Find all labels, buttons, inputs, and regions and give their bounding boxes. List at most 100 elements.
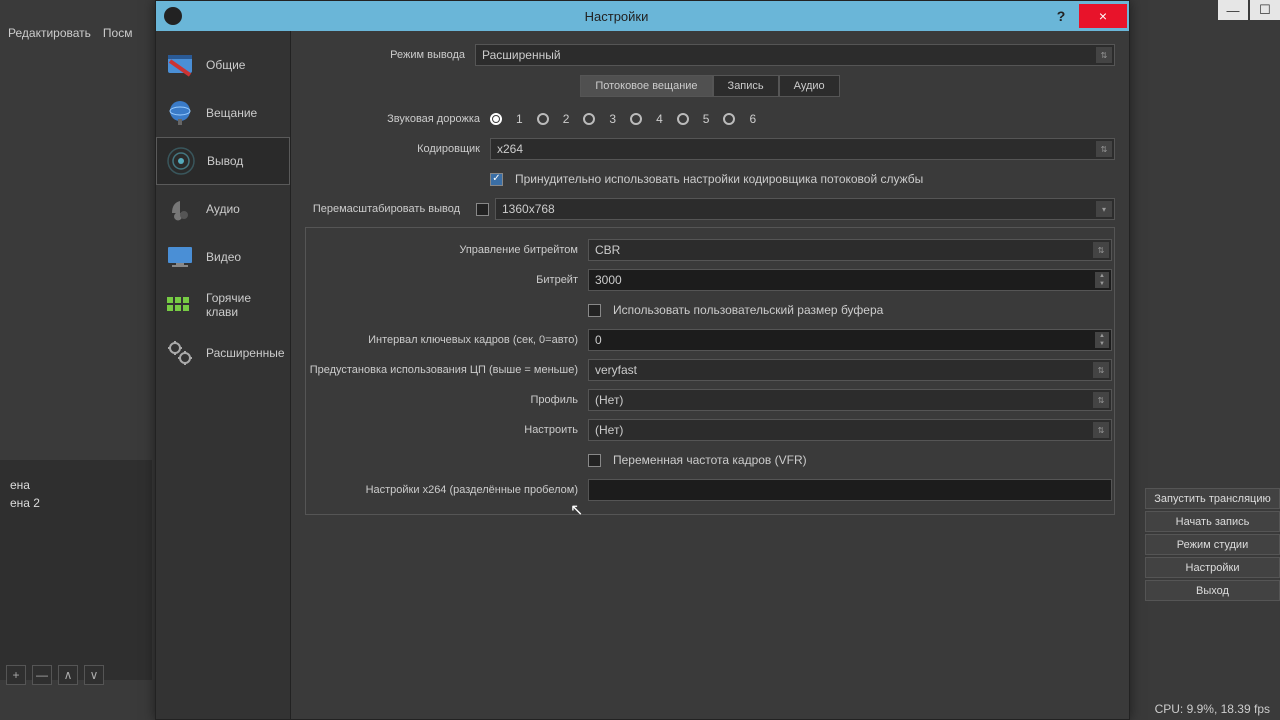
rate-control-label: Управление битрейтом: [308, 244, 588, 256]
output-mode-select[interactable]: Расширенный⇅: [475, 44, 1115, 66]
profile-select[interactable]: (Нет)⇅: [588, 389, 1112, 411]
sidebar-item-label: Расширенные: [206, 346, 285, 360]
tab-streaming[interactable]: Потоковое вещание: [580, 75, 712, 97]
enforce-encoder-label: Принудительно использовать настройки код…: [515, 172, 923, 186]
keyint-input[interactable]: 0▲▼: [588, 329, 1112, 351]
sidebar-item-label: Вывод: [207, 154, 243, 168]
audio-icon: [162, 191, 198, 227]
rescale-checkbox[interactable]: [476, 203, 489, 216]
studio-mode-button[interactable]: Режим студии: [1145, 534, 1280, 555]
controls-panel: Запустить трансляцию Начать запись Режим…: [1145, 488, 1280, 601]
chevron-updown-icon: ⇅: [1093, 422, 1109, 438]
tab-audio[interactable]: Аудио: [779, 75, 840, 97]
bitrate-label: Битрейт: [308, 274, 588, 286]
close-button[interactable]: ×: [1079, 4, 1127, 28]
audio-track-2-radio[interactable]: [537, 113, 549, 125]
custom-buffer-checkbox[interactable]: [588, 304, 601, 317]
add-scene-button[interactable]: +: [6, 665, 26, 685]
chevron-updown-icon: ⇅: [1093, 242, 1109, 258]
audio-track-4-radio[interactable]: [630, 113, 642, 125]
sidebar-item-label: Вещание: [206, 106, 257, 120]
spin-down-icon[interactable]: ▼: [1095, 340, 1109, 348]
audio-track-6-radio[interactable]: [723, 113, 735, 125]
list-item[interactable]: ена: [6, 476, 146, 494]
main-minimize-button[interactable]: —: [1218, 0, 1248, 20]
main-menu-bar: Редактировать Посм: [0, 24, 140, 46]
sidebar-item-video[interactable]: Видео: [156, 233, 290, 281]
video-icon: [162, 239, 198, 275]
encoder-settings-frame: Управление битрейтом CBR⇅ Битрейт 3000▲▼…: [305, 227, 1115, 515]
sidebar-item-general[interactable]: Общие: [156, 41, 290, 89]
x264opts-label: Настройки x264 (разделённые пробелом): [308, 484, 588, 496]
remove-scene-button[interactable]: —: [32, 665, 52, 685]
advanced-icon: [162, 335, 198, 371]
chevron-down-icon: ▾: [1096, 201, 1112, 217]
status-bar: CPU: 9.9%, 18.39 fps: [1145, 698, 1280, 720]
enforce-encoder-checkbox[interactable]: [490, 173, 503, 186]
encoder-label: Кодировщик: [305, 143, 490, 155]
settings-dialog: Настройки ? × Общие Вещание Вывод Аудио: [155, 0, 1130, 720]
menu-view[interactable]: Посм: [103, 26, 133, 44]
encoder-select[interactable]: x264⇅: [490, 138, 1115, 160]
settings-button[interactable]: Настройки: [1145, 557, 1280, 578]
audio-track-5-radio[interactable]: [677, 113, 689, 125]
vfr-checkbox[interactable]: [588, 454, 601, 467]
tune-select[interactable]: (Нет)⇅: [588, 419, 1112, 441]
custom-buffer-label: Использовать пользовательский размер буф…: [613, 303, 883, 317]
audio-track-1-radio[interactable]: [490, 113, 502, 125]
main-maximize-button[interactable]: ☐: [1250, 0, 1280, 20]
chevron-updown-icon: ⇅: [1096, 141, 1112, 157]
tab-recording[interactable]: Запись: [713, 75, 779, 97]
general-icon: [162, 47, 198, 83]
dialog-title: Настройки: [190, 9, 1043, 24]
sidebar-item-label: Горячие клави: [206, 291, 284, 319]
audio-track-3-radio[interactable]: [583, 113, 595, 125]
audio-track-group: 1 2 3 4 5 6: [490, 112, 1115, 126]
hotkeys-icon: [162, 287, 198, 323]
settings-sidebar: Общие Вещание Вывод Аудио Видео Горячие …: [156, 31, 291, 719]
spin-up-icon[interactable]: ▲: [1095, 272, 1109, 280]
menu-edit[interactable]: Редактировать: [8, 26, 91, 44]
sidebar-item-label: Общие: [206, 58, 245, 72]
move-down-button[interactable]: ∨: [84, 665, 104, 685]
sidebar-item-audio[interactable]: Аудио: [156, 185, 290, 233]
profile-label: Профиль: [308, 394, 588, 406]
scenes-panel: ена ена 2: [0, 460, 152, 680]
stream-icon: [162, 95, 198, 131]
vfr-label: Переменная частота кадров (VFR): [613, 453, 807, 467]
preset-select[interactable]: veryfast⇅: [588, 359, 1112, 381]
list-item[interactable]: ена 2: [6, 494, 146, 512]
spin-down-icon[interactable]: ▼: [1095, 280, 1109, 288]
status-text: CPU: 9.9%, 18.39 fps: [1155, 702, 1270, 716]
tune-label: Настроить: [308, 424, 588, 436]
move-up-button[interactable]: ∧: [58, 665, 78, 685]
exit-button[interactable]: Выход: [1145, 580, 1280, 601]
obs-icon: [164, 7, 182, 25]
sidebar-item-hotkeys[interactable]: Горячие клави: [156, 281, 290, 329]
sidebar-item-output[interactable]: Вывод: [156, 137, 290, 185]
chevron-updown-icon: ⇅: [1093, 392, 1109, 408]
sidebar-item-label: Аудио: [206, 202, 240, 216]
sidebar-item-label: Видео: [206, 250, 241, 264]
settings-content: Режим вывода Расширенный⇅ Потоковое веща…: [291, 31, 1129, 719]
output-tabs: Потоковое вещание Запись Аудио: [305, 75, 1115, 97]
rate-control-select[interactable]: CBR⇅: [588, 239, 1112, 261]
chevron-updown-icon: ⇅: [1096, 47, 1112, 63]
help-button[interactable]: ?: [1043, 4, 1079, 28]
chevron-updown-icon: ⇅: [1093, 362, 1109, 378]
rescale-label: Перемасштабировать вывод: [305, 203, 470, 215]
output-icon: [163, 143, 199, 179]
dialog-titlebar: Настройки ? ×: [156, 1, 1129, 31]
rescale-select[interactable]: 1360x768▾: [495, 198, 1115, 220]
output-mode-label: Режим вывода: [305, 49, 475, 61]
audio-track-label: Звуковая дорожка: [305, 113, 490, 125]
preset-label: Предустановка использования ЦП (выше = м…: [308, 364, 588, 376]
sidebar-item-advanced[interactable]: Расширенные: [156, 329, 290, 377]
sidebar-item-stream[interactable]: Вещание: [156, 89, 290, 137]
start-recording-button[interactable]: Начать запись: [1145, 511, 1280, 532]
keyint-label: Интервал ключевых кадров (сек, 0=авто): [308, 334, 588, 346]
spin-up-icon[interactable]: ▲: [1095, 332, 1109, 340]
bitrate-input[interactable]: 3000▲▼: [588, 269, 1112, 291]
start-streaming-button[interactable]: Запустить трансляцию: [1145, 488, 1280, 509]
x264opts-input[interactable]: [588, 479, 1112, 501]
